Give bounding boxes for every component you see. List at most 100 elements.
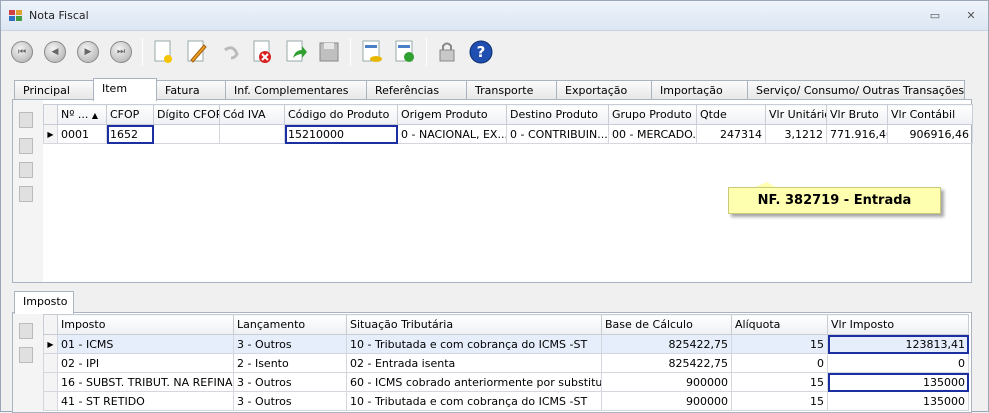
- table-row[interactable]: ▶ 0001 1652 15210000 0 - NACIONAL, EX...…: [43, 124, 973, 144]
- col-lancamento[interactable]: Lançamento: [233, 314, 347, 335]
- cell-vlr-contabil[interactable]: 906916,46: [887, 124, 973, 144]
- export-button[interactable]: [390, 36, 420, 68]
- col-numero-label: Nº ...: [61, 108, 89, 121]
- cell-situacao[interactable]: 10 - Tributada e com cobrança do ICMS -S…: [346, 334, 602, 354]
- cell-vlr-unitario[interactable]: 3,1212: [765, 124, 827, 144]
- undo-button[interactable]: [215, 36, 245, 68]
- cell-aliquota[interactable]: 15: [731, 391, 828, 411]
- cell-aliquota[interactable]: 15: [731, 372, 828, 392]
- previous-record-button[interactable]: ◀: [40, 36, 70, 68]
- tab-servico-consumo[interactable]: Serviço/ Consumo/ Outras Transações: [747, 80, 965, 100]
- cell-lancamento[interactable]: 2 - Isento: [233, 353, 347, 373]
- cell-vlr-imposto[interactable]: 0: [827, 353, 969, 373]
- cell-imposto[interactable]: 41 - ST RETIDO: [57, 391, 234, 411]
- cell-digito-cfop[interactable]: [153, 124, 220, 144]
- tab-fatura[interactable]: Fatura: [156, 80, 226, 100]
- col-situacao-tributaria[interactable]: Situação Tributária: [346, 314, 602, 335]
- new-button[interactable]: [149, 36, 179, 68]
- tab-imposto[interactable]: Imposto: [14, 291, 74, 314]
- col-origem-produto[interactable]: Origem Produto: [397, 104, 507, 125]
- cell-cod-iva[interactable]: [219, 124, 285, 144]
- minimize-button[interactable]: ▭: [928, 9, 942, 23]
- table-row[interactable]: 02 - IPI 2 - Isento 02 - Entrada isenta …: [43, 353, 969, 373]
- cell-lancamento[interactable]: 3 - Outros: [233, 372, 347, 392]
- cell-lancamento[interactable]: 3 - Outros: [233, 334, 347, 354]
- cell-vlr-imposto[interactable]: 135000: [827, 391, 969, 411]
- first-record-button[interactable]: ⏮: [7, 36, 37, 68]
- lock-icon: [439, 42, 455, 62]
- nf-note-label: NF. 382719 - Entrada: [728, 187, 941, 214]
- close-button[interactable]: ✕: [964, 9, 978, 23]
- lock-button[interactable]: [433, 36, 463, 68]
- last-record-button[interactable]: ⏭: [106, 36, 136, 68]
- col-vlr-bruto[interactable]: Vlr Bruto: [826, 104, 888, 125]
- col-grupo-produto[interactable]: Grupo Produto: [608, 104, 697, 125]
- col-digito-cfop[interactable]: Dígito CFOP: [153, 104, 220, 125]
- cell-base-calculo[interactable]: 825422,75: [601, 353, 732, 373]
- report-button[interactable]: [357, 36, 387, 68]
- edit-tax-icon[interactable]: [19, 323, 33, 339]
- cell-vlr-imposto[interactable]: 135000: [827, 372, 969, 392]
- cell-destino-produto[interactable]: 0 - CONTRIBUIN...: [506, 124, 609, 144]
- items-table: Nº ... ▲ CFOP Dígito CFOP Cód IVA Código…: [43, 104, 973, 144]
- table-row[interactable]: ▶ 01 - ICMS 3 - Outros 10 - Tributada e …: [43, 334, 969, 354]
- cell-vlr-imposto[interactable]: 123813,41: [827, 334, 969, 354]
- insert-row-icon[interactable]: [19, 138, 33, 154]
- col-codigo-produto[interactable]: Código do Produto: [284, 104, 398, 125]
- tab-importacao[interactable]: Importação: [651, 80, 748, 100]
- cell-vlr-bruto[interactable]: 771.916,46: [826, 124, 888, 144]
- imposto-header-row: Imposto Lançamento Situação Tributária B…: [43, 314, 969, 335]
- tab-inf-complementares[interactable]: Inf. Complementares: [225, 80, 367, 100]
- edit-row-icon[interactable]: [19, 162, 33, 178]
- col-imposto[interactable]: Imposto: [57, 314, 234, 335]
- col-numero[interactable]: Nº ... ▲: [57, 104, 107, 125]
- col-vlr-unitario[interactable]: Vlr Unitário: [765, 104, 827, 125]
- delete-tax-icon[interactable]: [19, 347, 33, 363]
- tab-exportacao[interactable]: Exportação: [556, 80, 652, 100]
- tab-item[interactable]: Item: [93, 78, 157, 101]
- cell-lancamento[interactable]: 3 - Outros: [233, 391, 347, 411]
- confirm-button[interactable]: [281, 36, 311, 68]
- col-cfop[interactable]: CFOP: [106, 104, 154, 125]
- cell-base-calculo[interactable]: 825422,75: [601, 334, 732, 354]
- cell-imposto[interactable]: 01 - ICMS: [57, 334, 234, 354]
- cell-qtde[interactable]: 247314: [696, 124, 766, 144]
- cell-cfop[interactable]: 1652: [106, 124, 154, 144]
- tab-principal[interactable]: Principal: [14, 80, 94, 100]
- title-bar: Nota Fiscal ▭ ✕: [1, 1, 988, 31]
- col-cod-iva[interactable]: Cód IVA: [219, 104, 285, 125]
- cell-imposto[interactable]: 16 - SUBST. TRIBUT. NA REFINA...: [57, 372, 234, 392]
- col-qtde[interactable]: Qtde: [696, 104, 766, 125]
- cell-imposto[interactable]: 02 - IPI: [57, 353, 234, 373]
- edit-button[interactable]: [182, 36, 212, 68]
- cell-situacao[interactable]: 10 - Tributada e com cobrança do ICMS -S…: [346, 391, 602, 411]
- table-row[interactable]: 41 - ST RETIDO 3 - Outros 10 - Tributada…: [43, 391, 969, 411]
- delete-row-icon[interactable]: [19, 186, 33, 202]
- cell-codigo-produto[interactable]: 15210000: [284, 124, 398, 144]
- cell-base-calculo[interactable]: 900000: [601, 372, 732, 392]
- cell-situacao[interactable]: 02 - Entrada isenta: [346, 353, 602, 373]
- table-row[interactable]: 16 - SUBST. TRIBUT. NA REFINA... 3 - Out…: [43, 372, 969, 392]
- next-record-button[interactable]: ▶: [73, 36, 103, 68]
- undo-icon: [224, 46, 239, 60]
- cell-aliquota[interactable]: 15: [731, 334, 828, 354]
- imposto-table: Imposto Lançamento Situação Tributária B…: [43, 314, 969, 411]
- tab-transporte[interactable]: Transporte: [466, 80, 557, 100]
- cell-base-calculo[interactable]: 900000: [601, 391, 732, 411]
- tab-referencias[interactable]: Referências: [366, 80, 467, 100]
- cell-situacao[interactable]: 60 - ICMS cobrado anteriormente por subs…: [346, 372, 602, 392]
- cell-grupo-produto[interactable]: 00 - MERCADO...: [608, 124, 697, 144]
- cell-origem-produto[interactable]: 0 - NACIONAL, EX...: [397, 124, 507, 144]
- col-destino-produto[interactable]: Destino Produto: [506, 104, 609, 125]
- toolbar-separator: [350, 38, 351, 66]
- cell-numero[interactable]: 0001: [57, 124, 107, 144]
- col-base-calculo[interactable]: Base de Cálculo: [601, 314, 732, 335]
- col-vlr-imposto[interactable]: Vlr Imposto: [827, 314, 969, 335]
- cell-aliquota[interactable]: 0: [731, 353, 828, 373]
- col-vlr-contabil[interactable]: Vlr Contábil: [887, 104, 973, 125]
- save-button[interactable]: [314, 36, 344, 68]
- help-button[interactable]: ?: [466, 36, 496, 68]
- col-aliquota[interactable]: Alíquota: [731, 314, 828, 335]
- delete-button[interactable]: [248, 36, 278, 68]
- add-row-icon[interactable]: [19, 112, 33, 128]
